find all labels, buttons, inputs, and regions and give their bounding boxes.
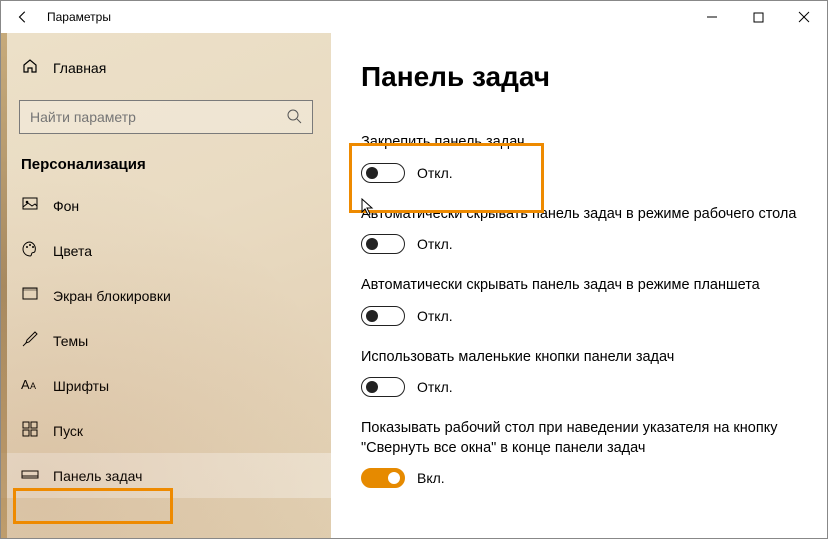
search-input[interactable] <box>30 109 286 125</box>
setting-small-buttons: Использовать маленькие кнопки панели зад… <box>361 348 797 398</box>
home-icon <box>21 57 39 78</box>
sidebar: Главная Персонализация Фон Цвета Экран б… <box>1 33 331 538</box>
settings-window: Параметры Главная Персонализаци <box>0 0 828 539</box>
setting-label: Закрепить панель задач <box>361 133 797 153</box>
close-button[interactable] <box>781 1 827 33</box>
setting-label: Использовать маленькие кнопки панели зад… <box>361 348 797 368</box>
toggle-small-buttons[interactable] <box>361 377 405 397</box>
toggle-state-text: Откл. <box>417 165 453 181</box>
page-title: Панель задач <box>361 61 797 93</box>
sidebar-section-title: Персонализация <box>1 156 331 183</box>
sidebar-item-label: Экран блокировки <box>53 288 171 304</box>
taskbar-icon <box>21 465 39 486</box>
sidebar-item-start[interactable]: Пуск <box>1 408 331 453</box>
toggle-knob <box>366 310 378 322</box>
back-button[interactable] <box>7 1 39 33</box>
lockscreen-icon <box>21 285 39 306</box>
window-buttons <box>689 1 827 33</box>
window-body: Главная Персонализация Фон Цвета Экран б… <box>1 33 827 538</box>
setting-lock-taskbar: Закрепить панель задач Откл. <box>361 133 797 183</box>
sidebar-item-label: Цвета <box>53 243 92 259</box>
fonts-icon: AA <box>21 375 39 396</box>
sidebar-home[interactable]: Главная <box>1 49 331 86</box>
toggle-knob <box>366 167 378 179</box>
toggle-lock-taskbar[interactable] <box>361 163 405 183</box>
setting-label: Автоматически скрывать панель задач в ре… <box>361 205 797 225</box>
sidebar-item-lockscreen[interactable]: Экран блокировки <box>1 273 331 318</box>
toggle-peek-desktop[interactable] <box>361 468 405 488</box>
toggle-state-text: Откл. <box>417 236 453 252</box>
brush-icon <box>21 330 39 351</box>
svg-text:A: A <box>21 377 30 392</box>
sidebar-item-colors[interactable]: Цвета <box>1 228 331 273</box>
content-area: Панель задач Закрепить панель задач Откл… <box>331 33 827 538</box>
sidebar-item-label: Панель задач <box>53 468 142 484</box>
window-title: Параметры <box>47 10 111 24</box>
sidebar-item-label: Шрифты <box>53 378 109 394</box>
sidebar-item-label: Пуск <box>53 423 83 439</box>
setting-label: Автоматически скрывать панель задач в ре… <box>361 276 797 296</box>
sidebar-home-label: Главная <box>53 60 106 76</box>
svg-text:A: A <box>30 381 36 391</box>
setting-autohide-tablet: Автоматически скрывать панель задач в ре… <box>361 276 797 326</box>
sidebar-item-label: Темы <box>53 333 88 349</box>
toggle-state-text: Откл. <box>417 308 453 324</box>
titlebar: Параметры <box>1 1 827 33</box>
palette-icon <box>21 240 39 261</box>
picture-icon <box>21 195 39 216</box>
decorative-edge <box>1 33 7 538</box>
setting-autohide-desktop: Автоматически скрывать панель задач в ре… <box>361 205 797 255</box>
sidebar-item-taskbar[interactable]: Панель задач <box>1 453 331 498</box>
setting-label: Показывать рабочий стол при наведении ук… <box>361 419 797 458</box>
minimize-button[interactable] <box>689 1 735 33</box>
setting-peek-desktop: Показывать рабочий стол при наведении ук… <box>361 419 797 488</box>
toggle-knob <box>366 238 378 250</box>
toggle-autohide-tablet[interactable] <box>361 306 405 326</box>
sidebar-item-fonts[interactable]: AA Шрифты <box>1 363 331 408</box>
sidebar-item-label: Фон <box>53 198 79 214</box>
start-icon <box>21 420 39 441</box>
toggle-knob <box>366 381 378 393</box>
search-box[interactable] <box>19 100 313 134</box>
toggle-state-text: Вкл. <box>417 470 445 486</box>
toggle-autohide-desktop[interactable] <box>361 234 405 254</box>
search-icon <box>286 108 302 127</box>
sidebar-item-themes[interactable]: Темы <box>1 318 331 363</box>
toggle-state-text: Откл. <box>417 379 453 395</box>
toggle-knob <box>388 472 400 484</box>
sidebar-item-background[interactable]: Фон <box>1 183 331 228</box>
maximize-button[interactable] <box>735 1 781 33</box>
